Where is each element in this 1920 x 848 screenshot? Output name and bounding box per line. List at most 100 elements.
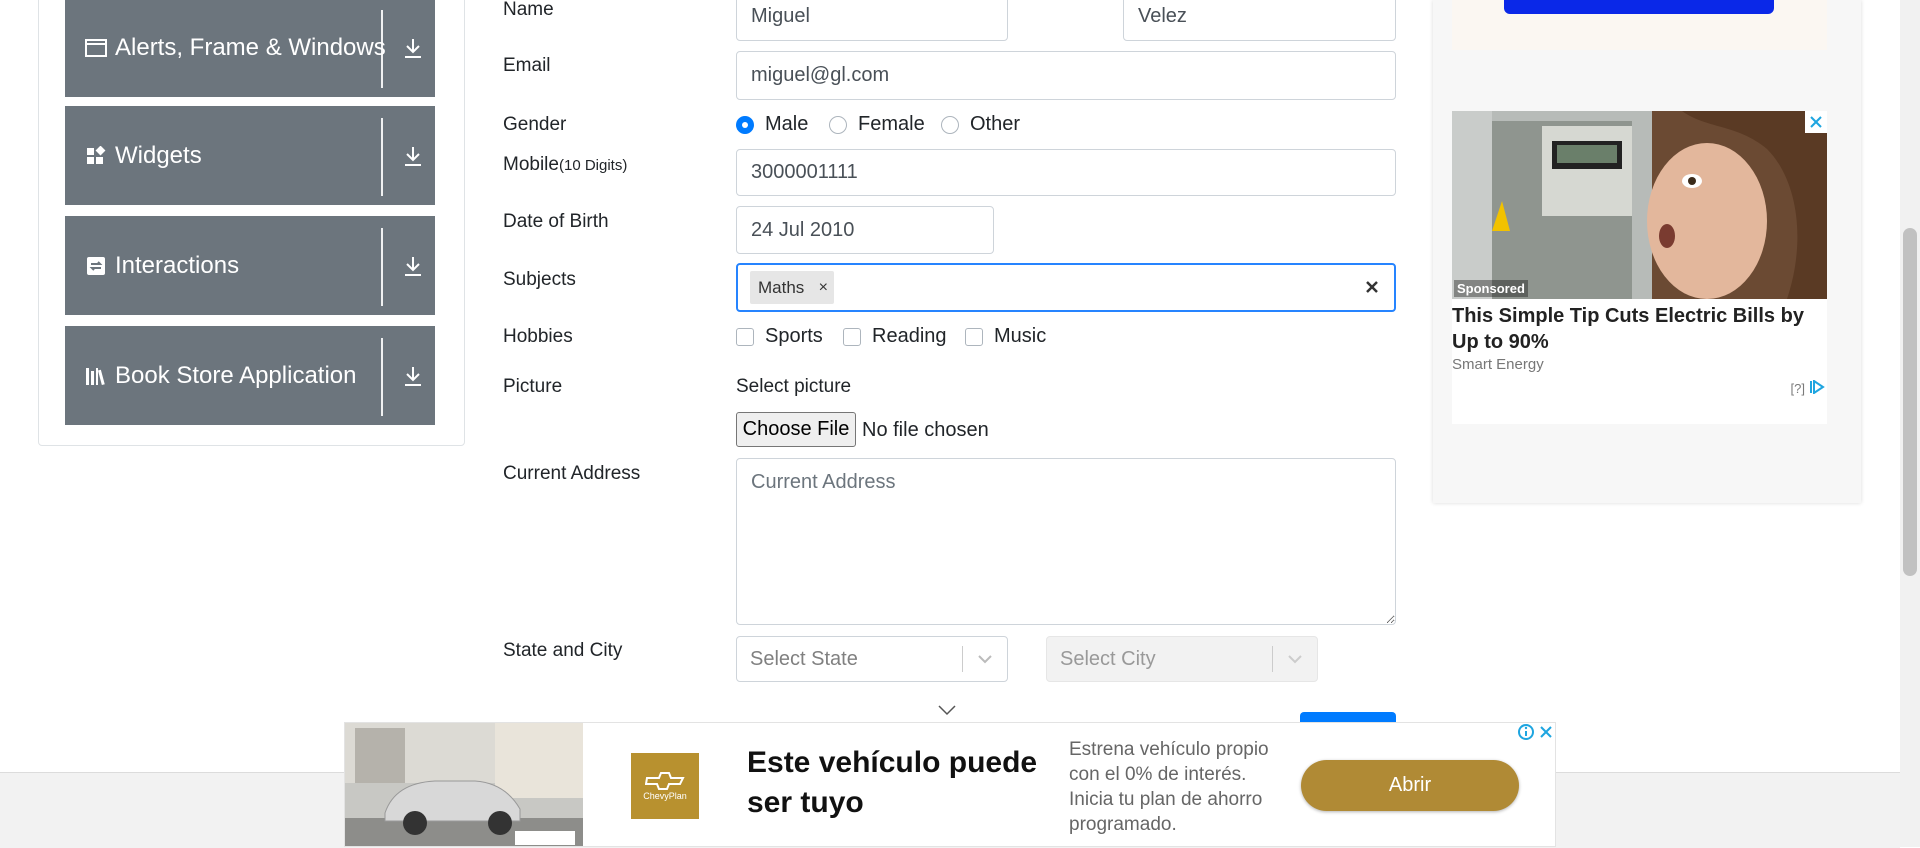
scrollbar-thumb[interactable] (1903, 228, 1917, 576)
mobile-input[interactable]: 3000001111 (736, 149, 1396, 196)
checkbox-label: Sports (765, 325, 823, 347)
hobby-checkbox-music[interactable]: Music (965, 325, 1046, 348)
bottom-banner-ad[interactable]: ChevyPlan Este vehículo puede ser tuyo E… (344, 722, 1556, 847)
close-icon[interactable] (1805, 111, 1827, 133)
sidebar-group-label: Widgets (115, 141, 202, 169)
bottom-ad-headline: Este vehículo puede ser tuyo (747, 746, 1038, 819)
expand-download-icon[interactable] (393, 106, 433, 205)
radio-label: Other (970, 113, 1021, 135)
radio-label: Male (765, 113, 809, 135)
widgets-icon (85, 145, 107, 167)
chevron-down-icon[interactable] (1273, 637, 1317, 681)
ad-top-button[interactable] (1504, 0, 1774, 14)
divider (381, 228, 383, 306)
radio-unchecked[interactable] (829, 115, 847, 134)
divider (381, 338, 383, 416)
gender-radio-male[interactable]: Male (736, 113, 808, 136)
last-name-input[interactable]: Velez (1123, 0, 1396, 41)
email-input[interactable]: miguel@gl.com (736, 51, 1396, 100)
chevron-down-icon[interactable] (963, 637, 1007, 681)
mobile-label-text: Mobile (503, 154, 559, 175)
sponsored-ad-card[interactable]: Sponsored This Simple Tip Cuts Electric … (1452, 111, 1827, 424)
expand-download-icon[interactable] (393, 326, 433, 425)
books-icon (85, 365, 107, 387)
state-placeholder: Select State (750, 647, 858, 670)
sidebar-group-label: Interactions (115, 251, 240, 279)
remove-chip-icon[interactable]: × (812, 271, 834, 304)
no-file-text: No file chosen (862, 419, 989, 441)
sidebar-group-widgets[interactable]: Widgets (65, 106, 435, 205)
select-picture-text: Select picture (736, 376, 852, 397)
ad-info-mark: [?] (1790, 381, 1805, 396)
checkbox-label: Music (994, 325, 1047, 347)
first-name-value: Miguel (751, 5, 810, 27)
sidebar-group-label: Book Store Application (115, 361, 357, 389)
checkbox[interactable] (843, 327, 861, 346)
checkbox[interactable] (736, 327, 754, 346)
sidebar-group-header: Alerts, Frame & Windows (85, 0, 386, 97)
close-icon[interactable] (1537, 723, 1555, 743)
mobile-hint: (10 Digits) (558, 157, 628, 174)
ad-controls (1515, 723, 1555, 743)
radio-checked[interactable] (736, 115, 754, 134)
subject-chip-label: Maths (758, 277, 805, 297)
gender-label: Gender (503, 114, 567, 135)
ad-top-banner (1452, 0, 1827, 50)
info-icon[interactable] (1517, 723, 1535, 743)
open-button[interactable]: Abrir (1301, 760, 1519, 811)
current-address-textarea[interactable] (736, 458, 1396, 625)
sidebar-group-book-store[interactable]: Book Store Application (65, 326, 435, 425)
interactions-icon (85, 255, 107, 277)
state-city-label: State and City (503, 640, 623, 661)
subjects-label: Subjects (503, 269, 576, 290)
hobby-checkbox-reading[interactable]: Reading (843, 325, 947, 348)
city-select[interactable]: Select City (1046, 636, 1318, 682)
dob-label: Date of Birth (503, 211, 609, 232)
sidebar-group-interactions[interactable]: Interactions (65, 216, 435, 315)
ad-source: Smart Energy (1452, 356, 1544, 373)
first-name-input[interactable]: Miguel (736, 0, 1008, 41)
dob-input[interactable]: 24 Jul 2010 (736, 206, 994, 254)
last-name-value: Velez (1138, 5, 1187, 27)
window-icon (85, 37, 107, 59)
hobbies-label: Hobbies (503, 326, 573, 347)
gender-radio-female[interactable]: Female (829, 113, 925, 136)
name-label: Name (503, 0, 554, 20)
city-placeholder: Select City (1060, 647, 1156, 670)
sidebar-group-header: Book Store Application (85, 326, 357, 425)
bottom-ad-description: Estrena vehículo propio con el 0% de int… (1069, 739, 1269, 835)
hobby-checkbox-sports[interactable]: Sports (736, 325, 823, 348)
address-label: Current Address (503, 463, 641, 484)
expand-download-icon[interactable] (393, 0, 433, 97)
sidebar-group-header: Widgets (85, 106, 202, 205)
checkbox-label: Reading (872, 325, 947, 347)
adchoices-icon (1809, 379, 1825, 397)
ad-headline[interactable]: This Simple Tip Cuts Electric Bills by U… (1452, 303, 1822, 355)
sidebar-group-alerts[interactable]: Alerts, Frame & Windows (65, 0, 435, 97)
adchoices[interactable]: [?] (1790, 379, 1825, 397)
email-label: Email (503, 55, 551, 76)
mobile-value: 3000001111 (751, 161, 858, 183)
email-value: miguel@gl.com (751, 64, 890, 86)
gender-radio-other[interactable]: Other (941, 113, 1020, 136)
state-select[interactable]: Select State (736, 636, 1008, 682)
subjects-input[interactable]: Maths × (736, 263, 1396, 312)
car-image (345, 723, 583, 846)
chevron-down-icon[interactable] (937, 703, 957, 717)
expand-download-icon[interactable] (393, 216, 433, 315)
chevyplan-logo: ChevyPlan (631, 753, 699, 819)
divider (381, 118, 383, 196)
clear-icon[interactable] (1360, 275, 1384, 299)
choose-file-button[interactable]: Choose File (736, 412, 856, 447)
radio-unchecked[interactable] (941, 115, 959, 134)
picture-label: Picture (503, 376, 563, 397)
radio-label: Female (858, 113, 925, 135)
subject-chip: Maths × (750, 271, 835, 304)
sidebar-group-header: Interactions (85, 216, 239, 315)
checkbox[interactable] (965, 327, 983, 346)
mobile-label: Mobile(10 Digits) (503, 154, 627, 176)
divider (381, 10, 383, 88)
brand-name: ChevyPlan (643, 791, 687, 801)
sidebar-group-label: Alerts, Frame & Windows (115, 33, 386, 61)
dob-value: 24 Jul 2010 (751, 218, 855, 241)
